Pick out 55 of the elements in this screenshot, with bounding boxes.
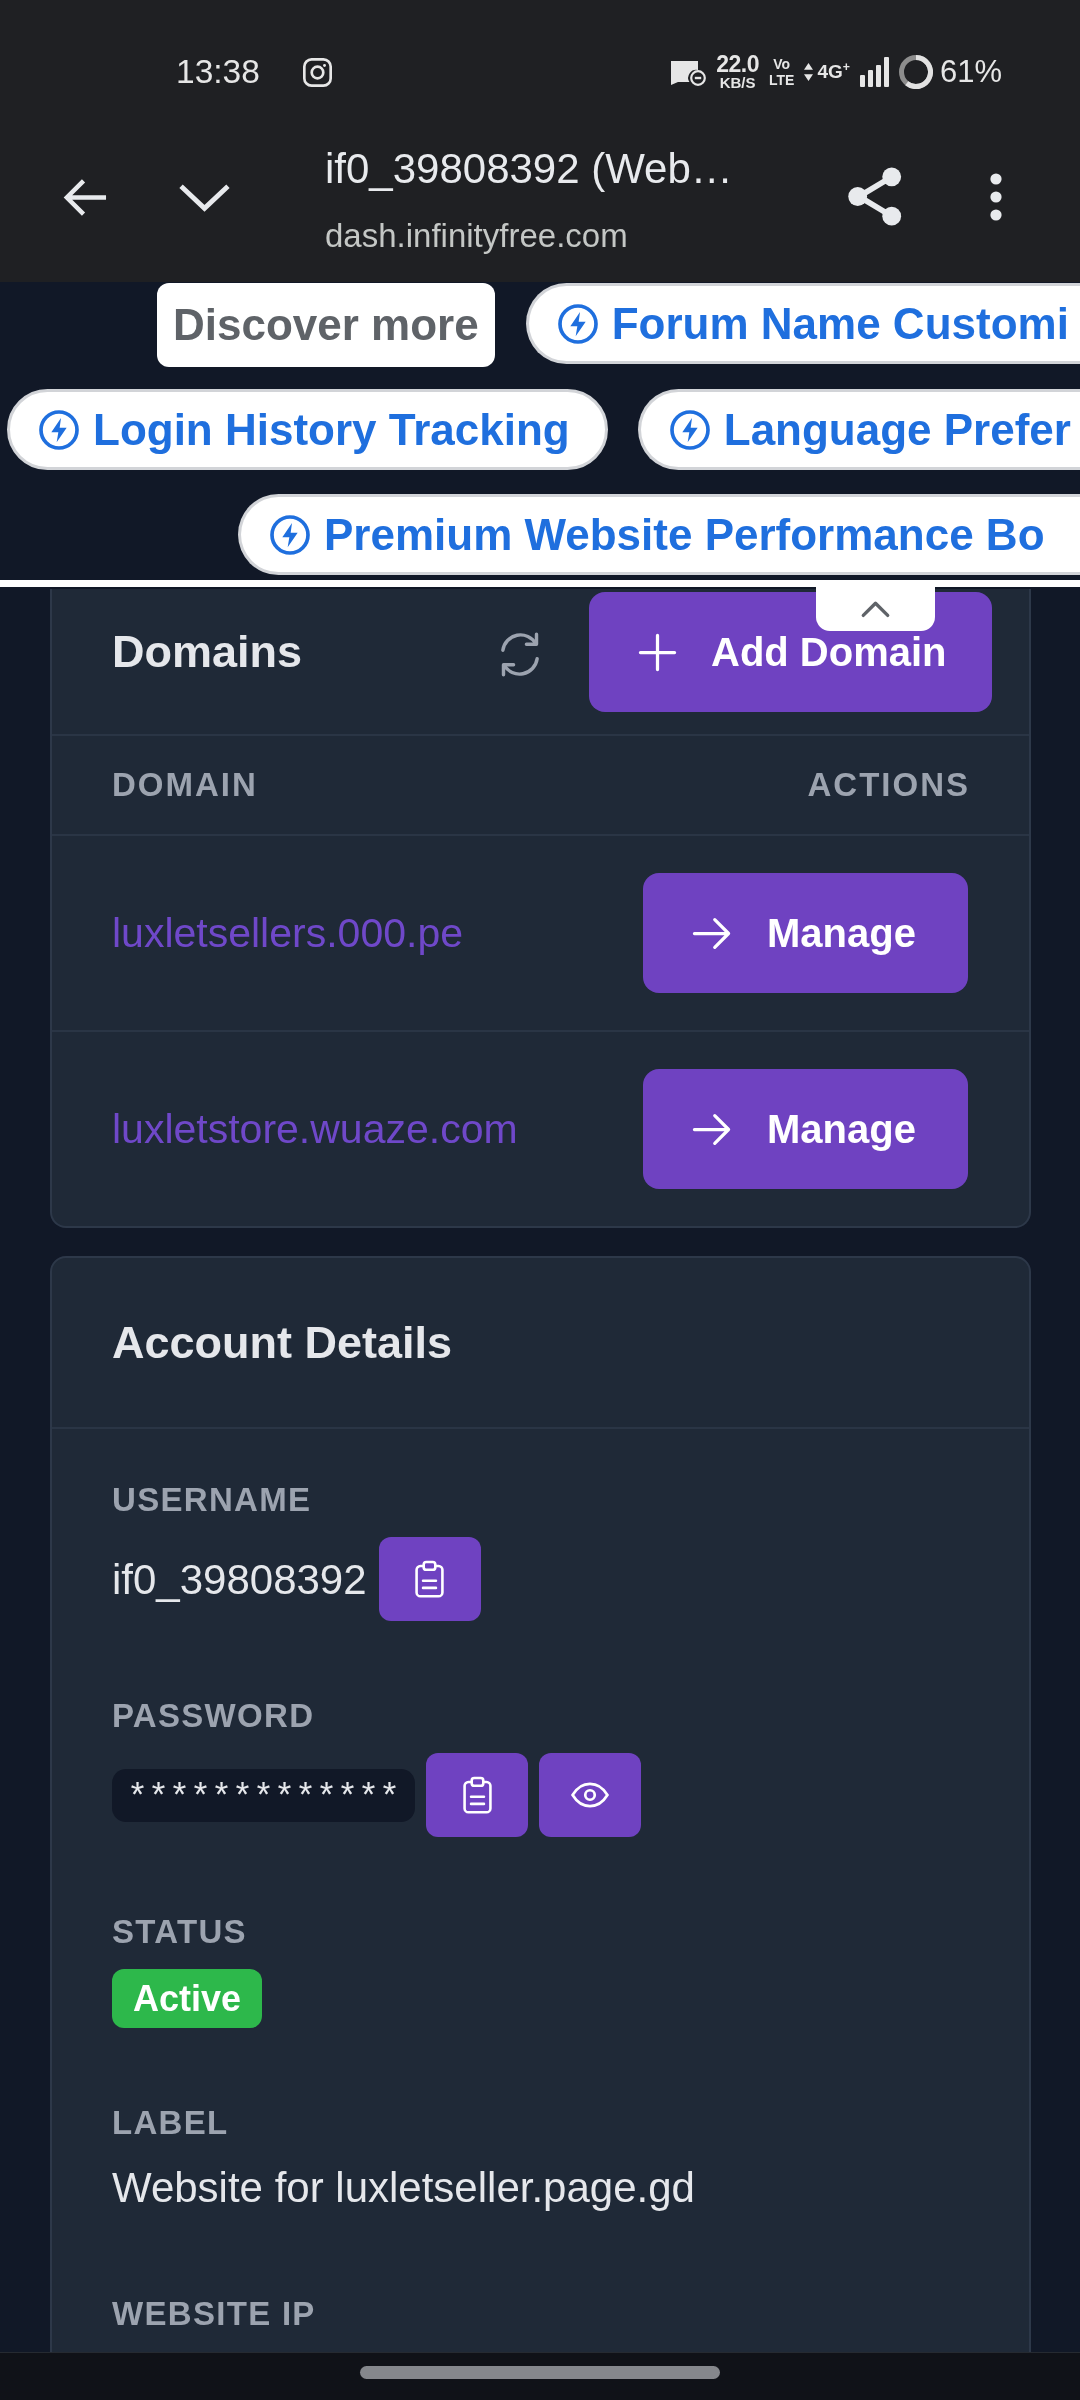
clipboard-icon [461, 1775, 493, 1815]
discover-more-label: Discover more [157, 283, 495, 367]
copy-button[interactable] [426, 1753, 529, 1837]
field-label: USERNAME [112, 1480, 312, 1520]
camera-icon [302, 57, 332, 87]
page-url: dash.infinityfree.com [325, 216, 628, 256]
field-label: LABEL [112, 2103, 229, 2143]
card-title: Account Details [112, 1316, 453, 1369]
column-header: ACTIONS [807, 766, 970, 804]
share-icon[interactable] [848, 167, 904, 226]
card-minus-icon [670, 58, 707, 86]
copy-button[interactable] [378, 1537, 481, 1621]
network-type: 4G$^{+}$ [817, 61, 850, 83]
more-options-icon[interactable] [990, 172, 1002, 222]
bolt-icon [270, 514, 310, 555]
field-value: Website for luxletseller.page.gd [112, 2164, 695, 2211]
clipboard-icon [414, 1559, 446, 1599]
bolt-icon [669, 409, 710, 450]
add-domain-button[interactable]: Add Domain [589, 592, 992, 712]
arrow-right-icon [692, 916, 731, 950]
arrow-right-icon [692, 1112, 731, 1146]
bolt-icon [557, 303, 598, 344]
domain-link[interactable]: luxletstore.wuaze.com [112, 1105, 518, 1153]
collapse-tab[interactable] [816, 587, 935, 631]
suggestion-chip[interactable]: Forum Name Customi [525, 283, 1080, 364]
speed-unit: KB/S [719, 75, 756, 91]
refresh-icon[interactable] [499, 632, 541, 677]
field-label: WEBSITE IP [112, 2294, 316, 2334]
field-label: PASSWORD [112, 1696, 315, 1736]
suggestion-chip[interactable]: Premium Website Performance Bo [238, 494, 1080, 575]
eye-icon [571, 1782, 610, 1808]
signal-bars-icon [859, 57, 889, 87]
chevron-down-icon[interactable] [178, 183, 231, 212]
status-badge: Active [112, 1969, 263, 2028]
masked-password: ************* [112, 1768, 416, 1822]
domain-link[interactable]: luxletsellers.000.pe [112, 909, 463, 957]
field-label: STATUS [112, 1912, 247, 1952]
manage-button[interactable]: Manage [643, 873, 968, 993]
show-password-button[interactable] [539, 1753, 642, 1837]
ring-icon [898, 55, 933, 89]
suggestion-chip[interactable]: Login History Tracking [7, 389, 608, 470]
network-speed: 22.0 [716, 53, 759, 75]
status-time: 13:38 [176, 52, 260, 92]
manage-button[interactable]: Manage [643, 1069, 968, 1189]
field-value: if0_39808392 [112, 1554, 367, 1605]
column-header: DOMAIN [112, 766, 258, 804]
plus-icon [638, 632, 677, 672]
caret-up-icon [860, 600, 891, 618]
volte-indicator: Vo LTE [768, 56, 795, 88]
bolt-icon [39, 409, 79, 450]
page-title: if0_39808392 (Web… [325, 144, 733, 194]
up-down-arrows-icon [804, 63, 814, 81]
suggestion-chip[interactable]: Language Prefer [637, 389, 1080, 470]
card-title: Domains [112, 625, 303, 679]
battery-percent: 61% [939, 53, 1002, 91]
